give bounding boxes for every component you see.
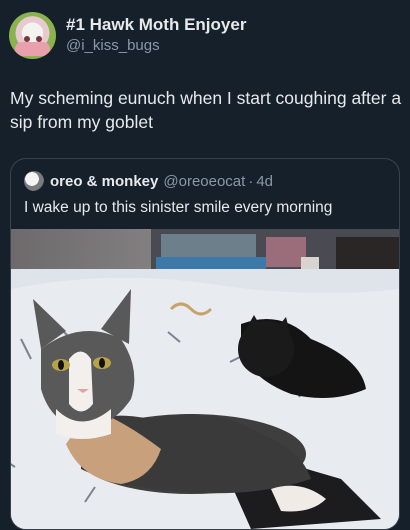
quoted-author-display-name[interactable]: oreo & monkey bbox=[50, 173, 158, 190]
quoted-post-image[interactable] bbox=[11, 229, 399, 529]
author-display-name[interactable]: #1 Hawk Moth Enjoyer bbox=[66, 14, 246, 36]
quoted-author-avatar[interactable] bbox=[24, 171, 44, 191]
separator-dot: · bbox=[248, 172, 254, 190]
post-text: My scheming eunuch when I start coughing… bbox=[10, 88, 402, 132]
avatar-detail bbox=[36, 36, 42, 42]
author-names: #1 Hawk Moth Enjoyer @i_kiss_bugs bbox=[66, 14, 246, 56]
author-handle[interactable]: @i_kiss_bugs bbox=[66, 36, 246, 56]
author-avatar[interactable] bbox=[9, 12, 56, 59]
avatar-detail bbox=[15, 42, 50, 56]
avatar-detail bbox=[24, 36, 30, 42]
quoted-post[interactable]: oreo & monkey @oreoeocat · 4d I wake up … bbox=[10, 158, 400, 530]
quoted-post-header: oreo & monkey @oreoeocat · 4d bbox=[24, 171, 273, 191]
quoted-post-text: I wake up to this sinister smile every m… bbox=[24, 199, 333, 216]
quoted-author-handle[interactable]: @oreoeocat bbox=[163, 173, 245, 190]
post-header: #1 Hawk Moth Enjoyer @i_kiss_bugs bbox=[9, 12, 246, 59]
quoted-post-time[interactable]: 4d bbox=[256, 173, 273, 190]
